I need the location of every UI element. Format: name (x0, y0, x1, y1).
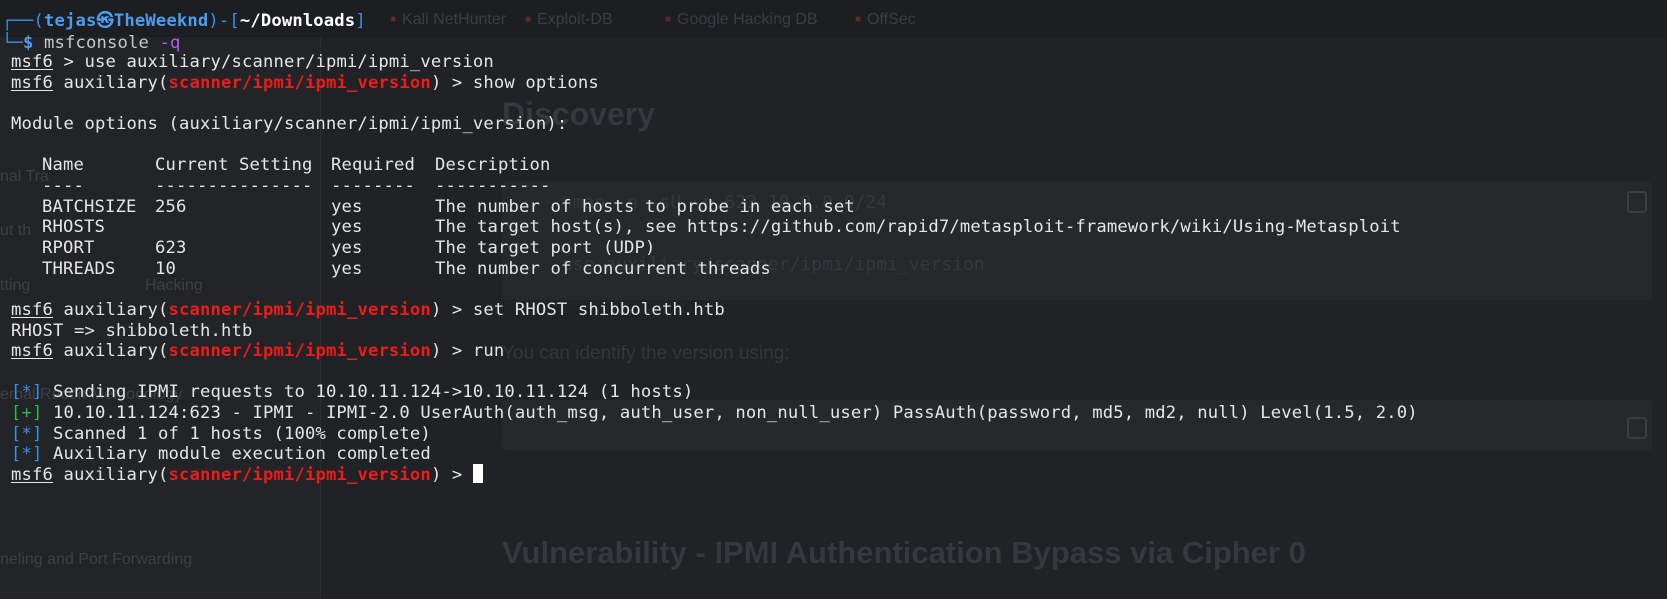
table-separator: ---- (42, 176, 84, 196)
output-line: [*] Auxiliary module execution completed (11, 444, 431, 464)
table-separator: --------------- (155, 176, 313, 196)
table-cell-required: yes (331, 259, 363, 279)
table-separator: ----------- (435, 176, 551, 196)
status-tag-success: [+] (11, 403, 43, 423)
table-cell-setting: 256 (155, 197, 187, 217)
output-line: [*] Sending IPMI requests to 10.10.11.12… (11, 382, 694, 402)
table-cell-name: THREADS (42, 259, 116, 279)
table-cell-description: The target host(s), see https://github.c… (435, 217, 1401, 237)
kali-skull-icon: ㉿ (96, 11, 114, 31)
table-header: Name (42, 155, 84, 175)
table-cell-name: RPORT (42, 238, 95, 258)
command-flag: -q (159, 33, 181, 53)
msf-prompt: msf6 (11, 465, 53, 485)
table-cell-description: The number of concurrent threads (435, 259, 771, 279)
output-line: [+] 10.10.11.124:623 - IPMI - IPMI-2.0 U… (11, 403, 1418, 423)
command-msfconsole: msfconsole (44, 33, 149, 53)
status-tag-info: [*] (11, 444, 43, 464)
prompt-path: ~/Downloads (239, 11, 356, 31)
table-header: Required (331, 155, 415, 175)
table-cell-required: yes (331, 217, 363, 237)
table-cell-setting: 623 (155, 238, 187, 258)
msf-show-options-line: msf6 auxiliary(scanner/ipmi/ipmi_version… (11, 73, 599, 93)
module-path: scanner/ipmi/ipmi_version (168, 465, 431, 485)
msf-use-line: msf6 > use auxiliary/scanner/ipmi/ipmi_v… (11, 52, 494, 72)
prompt-dollar: $ (23, 33, 34, 53)
table-header: Description (435, 155, 551, 175)
table-cell-description: The target port (UDP) (435, 238, 656, 258)
output-line: [*] Scanned 1 of 1 hosts (100% complete) (11, 424, 431, 444)
msf-prompt: msf6 (11, 52, 53, 72)
terminal-cursor[interactable] (472, 464, 483, 483)
msf-set-line: msf6 auxiliary(scanner/ipmi/ipmi_version… (11, 300, 725, 320)
msf-prompt: msf6 (11, 341, 53, 361)
table-cell-name: RHOSTS (42, 217, 105, 237)
msf-prompt: msf6 (11, 300, 53, 320)
status-tag-info: [*] (11, 424, 43, 444)
module-options-title: Module options (auxiliary/scanner/ipmi/i… (11, 114, 568, 134)
status-tag-info: [*] (11, 382, 43, 402)
table-cell-description: The number of hosts to probe in each set (435, 197, 855, 217)
msf-run-line: msf6 auxiliary(scanner/ipmi/ipmi_version… (11, 341, 505, 361)
msf-current-prompt-line[interactable]: msf6 auxiliary(scanner/ipmi/ipmi_version… (11, 464, 483, 486)
module-path: scanner/ipmi/ipmi_version (168, 300, 431, 320)
rhost-echo-line: RHOST => shibboleth.htb (11, 321, 253, 341)
table-cell-name: BATCHSIZE (42, 197, 137, 217)
table-cell-required: yes (331, 197, 363, 217)
module-path: scanner/ipmi/ipmi_version (168, 73, 431, 93)
table-cell-setting: 10 (155, 259, 176, 279)
table-header: Current Setting (155, 155, 313, 175)
msf-prompt: msf6 (11, 73, 53, 93)
table-separator: -------- (331, 176, 415, 196)
terminal-window[interactable]: ┌──(tejas㉿TheWeeknd)-[~/Downloads] └─$ m… (0, 0, 1667, 599)
table-cell-required: yes (331, 238, 363, 258)
module-path: scanner/ipmi/ipmi_version (168, 341, 431, 361)
prompt-host: TheWeeknd (113, 11, 209, 31)
prompt-user: tejas (44, 11, 97, 31)
shell-prompt-line: ┌──(tejas㉿TheWeeknd)-[~/Downloads] (2, 11, 366, 31)
